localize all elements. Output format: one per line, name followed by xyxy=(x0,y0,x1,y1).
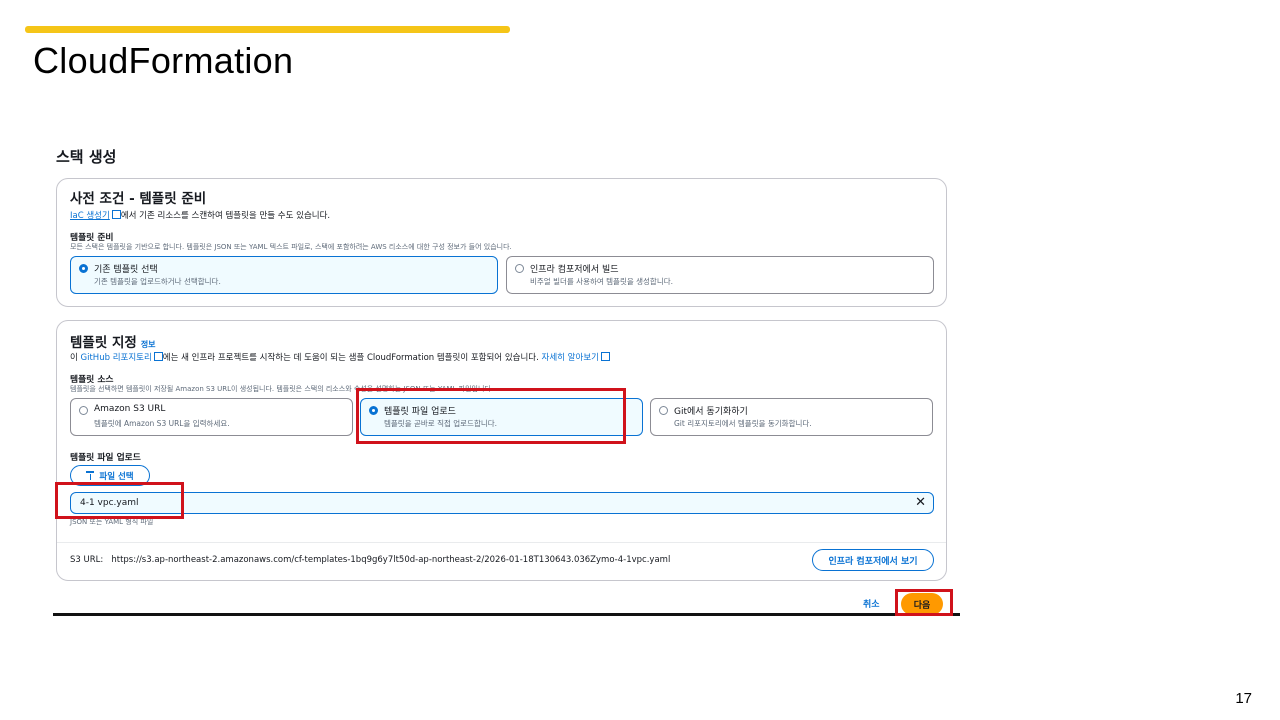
option-desc: 기존 템플릿을 업로드하거나 선택합니다. xyxy=(94,277,221,286)
choose-file-button[interactable]: 파일 선택 xyxy=(70,465,150,486)
option-infra-composer[interactable]: 인프라 컴포저에서 빌드 비주얼 빌더를 사용하여 템플릿을 생성합니다. xyxy=(506,256,934,294)
template-title: 템플릿 지정 정보 xyxy=(70,331,156,351)
slide-title: CloudFormation xyxy=(33,40,294,81)
source-label: Git에서 동기화하기 xyxy=(674,407,748,417)
accent-bar xyxy=(25,26,510,33)
source-field-help: 템플릿을 선택하면 템플릿이 저장될 Amazon S3 URL이 생성됩니다.… xyxy=(70,385,494,393)
s3-url-row: S3 URL: https://s3.ap-northeast-2.amazon… xyxy=(70,555,670,565)
source-upload-file[interactable]: 템플릿 파일 업로드 템플릿을 곧바로 직접 업로드합니다. xyxy=(360,398,643,436)
radio-icon[interactable] xyxy=(515,264,524,273)
view-in-composer-button[interactable]: 인프라 컴포저에서 보기 xyxy=(812,549,934,571)
prereq-panel: 사전 조건 - 템플릿 준비 IaC 생성기 에서 기존 리소스를 스캔하여 템플… xyxy=(56,178,947,307)
selected-file-token: 4-1 vpc.yaml ✕ xyxy=(70,492,934,514)
external-link-icon xyxy=(600,352,610,361)
info-link[interactable]: 정보 xyxy=(141,340,156,349)
iac-generator-link[interactable]: IaC 생성기 xyxy=(70,211,110,221)
upload-icon xyxy=(86,471,95,480)
page-number: 17 xyxy=(1235,690,1252,707)
template-panel: 템플릿 지정 정보 이 GitHub 리포지토리 에는 새 인프라 프로젝트를 시작… xyxy=(56,320,947,581)
prep-field-help: 모든 스택은 템플릿을 기반으로 합니다. 템플릿은 JSON 또는 YAML … xyxy=(70,243,512,251)
radio-selected-icon[interactable] xyxy=(79,264,88,273)
prereq-desc-text: 에서 기존 리소스를 스캔하여 템플릿을 만들 수도 있습니다. xyxy=(120,211,331,221)
option-label: 인프라 컴포저에서 빌드 xyxy=(530,265,619,275)
learn-more-link[interactable]: 자세히 알아보기 xyxy=(542,353,599,363)
option-existing-template[interactable]: 기존 템플릿 선택 기존 템플릿을 업로드하거나 선택합니다. xyxy=(70,256,498,294)
desc-prefix: 이 xyxy=(70,353,81,363)
next-button[interactable]: 다음 xyxy=(901,593,943,615)
file-hint: JSON 또는 YAML 형식 파일 xyxy=(70,518,154,526)
template-desc: 이 GitHub 리포지토리 에는 새 인프라 프로젝트를 시작하는 데 도움이 … xyxy=(70,351,610,363)
source-git-sync[interactable]: Git에서 동기화하기 Git 리포지토리에서 템플릿을 동기화합니다. xyxy=(650,398,933,436)
radio-icon[interactable] xyxy=(79,406,88,415)
prereq-title: 사전 조건 - 템플릿 준비 xyxy=(70,191,207,207)
source-desc: 템플릿에 Amazon S3 URL을 입력하세요. xyxy=(94,419,230,428)
desc-middle: 에는 새 인프라 프로젝트를 시작하는 데 도움이 되는 샘플 CloudFor… xyxy=(162,353,542,363)
divider xyxy=(57,542,946,543)
s3-url-label: S3 URL: xyxy=(70,555,104,565)
github-link[interactable]: GitHub 리포지토리 xyxy=(81,353,152,363)
s3-url-value: https://s3.ap-northeast-2.amazonaws.com/… xyxy=(111,555,671,565)
option-label: 기존 템플릿 선택 xyxy=(94,265,158,275)
radio-selected-icon[interactable] xyxy=(369,406,378,415)
option-desc: 비주얼 빌더를 사용하여 템플릿을 생성합니다. xyxy=(530,277,674,286)
upload-field-label: 템플릿 파일 업로드 xyxy=(70,453,141,463)
source-label: Amazon S3 URL xyxy=(94,404,166,414)
template-title-text: 템플릿 지정 xyxy=(70,335,137,351)
screenshot-bottom-border xyxy=(53,613,960,616)
source-label: 템플릿 파일 업로드 xyxy=(384,407,456,417)
choose-file-label: 파일 선택 xyxy=(99,471,134,482)
remove-file-icon[interactable]: ✕ xyxy=(915,495,926,510)
cancel-button[interactable]: 취소 xyxy=(863,597,880,610)
console-screenshot: 스택 생성 사전 조건 - 템플릿 준비 IaC 생성기 에서 기존 리소스를 스… xyxy=(53,130,960,617)
source-desc: Git 리포지토리에서 템플릿을 동기화합니다. xyxy=(674,419,812,428)
page-heading: 스택 생성 xyxy=(56,148,117,166)
radio-icon[interactable] xyxy=(659,406,668,415)
external-link-icon xyxy=(111,210,121,219)
source-s3-url[interactable]: Amazon S3 URL 템플릿에 Amazon S3 URL을 입력하세요. xyxy=(70,398,353,436)
source-desc: 템플릿을 곧바로 직접 업로드합니다. xyxy=(384,419,498,428)
external-link-icon xyxy=(153,352,163,361)
file-name: 4-1 vpc.yaml xyxy=(80,498,139,508)
prereq-desc: IaC 생성기 에서 기존 리소스를 스캔하여 템플릿을 만들 수도 있습니다. xyxy=(70,209,330,221)
